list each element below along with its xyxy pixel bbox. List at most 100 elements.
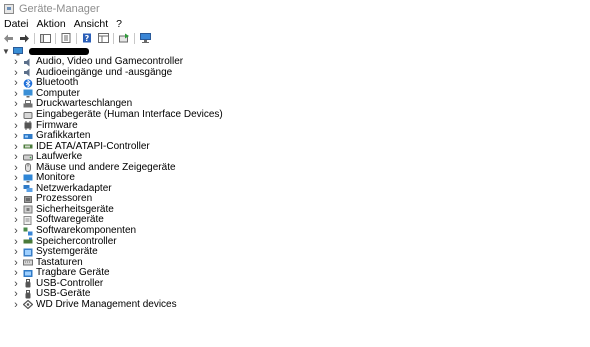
chevron-right-icon[interactable]: › <box>11 120 21 131</box>
back-icon <box>3 34 13 42</box>
tree-item-category[interactable]: › Audioeingänge und -ausgänge <box>0 67 590 78</box>
computer-icon <box>23 89 33 98</box>
help-button[interactable]: ? <box>81 33 93 44</box>
speaker-icon <box>24 68 30 77</box>
tree-item-label: WD Drive Management devices <box>36 298 177 310</box>
chevron-right-icon[interactable]: › <box>11 183 21 194</box>
view-icon <box>97 33 109 43</box>
menu-aktion[interactable]: Aktion <box>33 18 70 30</box>
tree-item-label: Computer <box>36 87 80 99</box>
title-bar: Geräte-Manager <box>0 0 590 17</box>
scan-hardware-button[interactable] <box>139 33 151 44</box>
ide-icon <box>23 144 33 149</box>
tree-item-label: Firmware <box>36 119 78 131</box>
chevron-right-icon[interactable]: › <box>11 67 21 78</box>
menu-datei[interactable]: Datei <box>0 18 33 30</box>
tree-item-label: Eingabegeräte (Human Interface Devices) <box>36 109 223 120</box>
chevron-right-icon[interactable]: › <box>11 131 21 142</box>
chevron-right-icon[interactable]: › <box>11 78 21 89</box>
tree-item-category[interactable]: › USB-Geräte <box>0 289 590 300</box>
chevron-right-icon[interactable]: › <box>11 99 21 110</box>
forward-button[interactable] <box>18 33 30 44</box>
tree-item-category[interactable]: › IDE ATA/ATAPI-Controller <box>0 141 590 152</box>
properties-icon <box>61 33 70 43</box>
chevron-right-icon[interactable]: › <box>11 278 21 289</box>
tree-item-label: Sicherheitsgeräte <box>36 203 114 215</box>
tree-item-label: Tastaturen <box>36 256 83 268</box>
chevron-right-icon[interactable]: › <box>11 289 21 300</box>
tree-item-label: USB-Controller <box>36 277 104 289</box>
toolbar-separator <box>34 32 35 44</box>
tree-item-category[interactable]: › WD Drive Management devices <box>0 298 590 310</box>
tree-item-label: IDE ATA/ATAPI-Controller <box>36 140 150 152</box>
tree-item-label: Bluetooth <box>36 77 79 89</box>
chevron-right-icon[interactable]: › <box>11 194 21 205</box>
tree-item-category[interactable]: › Mäuse und andere Zeigegeräte <box>0 162 590 173</box>
show-hide-tree-button[interactable] <box>39 33 51 44</box>
properties-button[interactable] <box>60 33 72 44</box>
toolbar-separator <box>113 32 114 44</box>
svg-text:?: ? <box>84 34 89 43</box>
processor-icon <box>24 195 32 203</box>
monitor-icon <box>23 174 33 183</box>
chevron-right-icon[interactable]: › <box>11 57 21 68</box>
tree-root[interactable]: ▼ <box>0 45 590 57</box>
usb-icon <box>25 289 31 299</box>
chevron-right-icon[interactable]: › <box>11 141 21 152</box>
tree-item-label: Prozessoren <box>36 193 93 205</box>
tree-item-category[interactable]: › Systemgeräte <box>0 247 590 258</box>
security-icon <box>23 205 33 214</box>
printer-icon <box>23 99 33 108</box>
tree-item-category[interactable]: › Laufwerke <box>0 152 590 163</box>
tree-item-label: Speichercontroller <box>36 235 117 247</box>
tree-item-category[interactable]: › Bluetooth <box>0 78 590 89</box>
computer-icon <box>13 46 23 55</box>
hid-icon <box>23 111 33 119</box>
diamond-icon <box>23 300 33 310</box>
chevron-down-icon[interactable]: ▼ <box>1 47 11 56</box>
device-manager-icon <box>4 3 14 14</box>
chevron-right-icon[interactable]: › <box>11 215 21 226</box>
redacted-computer-name <box>29 47 89 55</box>
chevron-right-icon[interactable]: › <box>11 152 21 163</box>
tree-item-category[interactable]: › Audio, Video und Gamecontroller <box>0 57 590 68</box>
update-driver-button[interactable] <box>118 33 130 44</box>
storage-controller-icon <box>23 237 33 244</box>
back-button[interactable] <box>2 33 14 44</box>
tree-item-label: Tragbare Geräte <box>36 267 110 279</box>
tree-item-category[interactable]: › Eingabegeräte (Human Interface Devices) <box>0 110 590 121</box>
help-icon: ? <box>82 33 91 43</box>
menu-bar: Datei Aktion Ansicht ? <box>0 17 590 30</box>
view-button[interactable] <box>97 33 109 44</box>
speaker-icon <box>24 58 30 67</box>
forward-icon <box>19 34 29 42</box>
chevron-right-icon[interactable]: › <box>11 299 21 310</box>
chevron-right-icon[interactable]: › <box>11 226 21 237</box>
window-title: Geräte-Manager <box>19 2 100 15</box>
chip-icon <box>24 121 32 131</box>
toolbar-separator <box>55 32 56 44</box>
chevron-right-icon[interactable]: › <box>11 88 21 99</box>
tree-item-category[interactable]: › Monitore <box>0 173 590 184</box>
chevron-right-icon[interactable]: › <box>11 236 21 247</box>
tree-item-category[interactable]: › Grafikkarten <box>0 131 590 142</box>
chevron-right-icon[interactable]: › <box>11 257 21 268</box>
chevron-right-icon[interactable]: › <box>11 110 21 121</box>
tree-item-label: Systemgeräte <box>36 246 98 258</box>
chevron-right-icon[interactable]: › <box>11 268 21 279</box>
toolbar-separator <box>134 32 135 44</box>
menu-help[interactable]: ? <box>112 18 126 30</box>
tree-item-label: Audio, Video und Gamecontroller <box>36 56 184 68</box>
tree-item-category[interactable]: › Softwarekomponenten <box>0 226 590 237</box>
menu-ansicht[interactable]: Ansicht <box>70 18 112 30</box>
drive-icon <box>23 154 33 161</box>
chevron-right-icon[interactable]: › <box>11 162 21 173</box>
chevron-right-icon[interactable]: › <box>11 247 21 258</box>
software-component-icon <box>23 227 33 236</box>
chevron-right-icon[interactable]: › <box>11 173 21 184</box>
tree-item-category[interactable]: › Tragbare Geräte <box>0 268 590 279</box>
show-hide-tree-icon <box>39 33 51 43</box>
chevron-right-icon[interactable]: › <box>11 204 21 215</box>
tree-item-label: Netzwerkadapter <box>36 182 112 194</box>
display-adapter-icon <box>23 133 33 139</box>
